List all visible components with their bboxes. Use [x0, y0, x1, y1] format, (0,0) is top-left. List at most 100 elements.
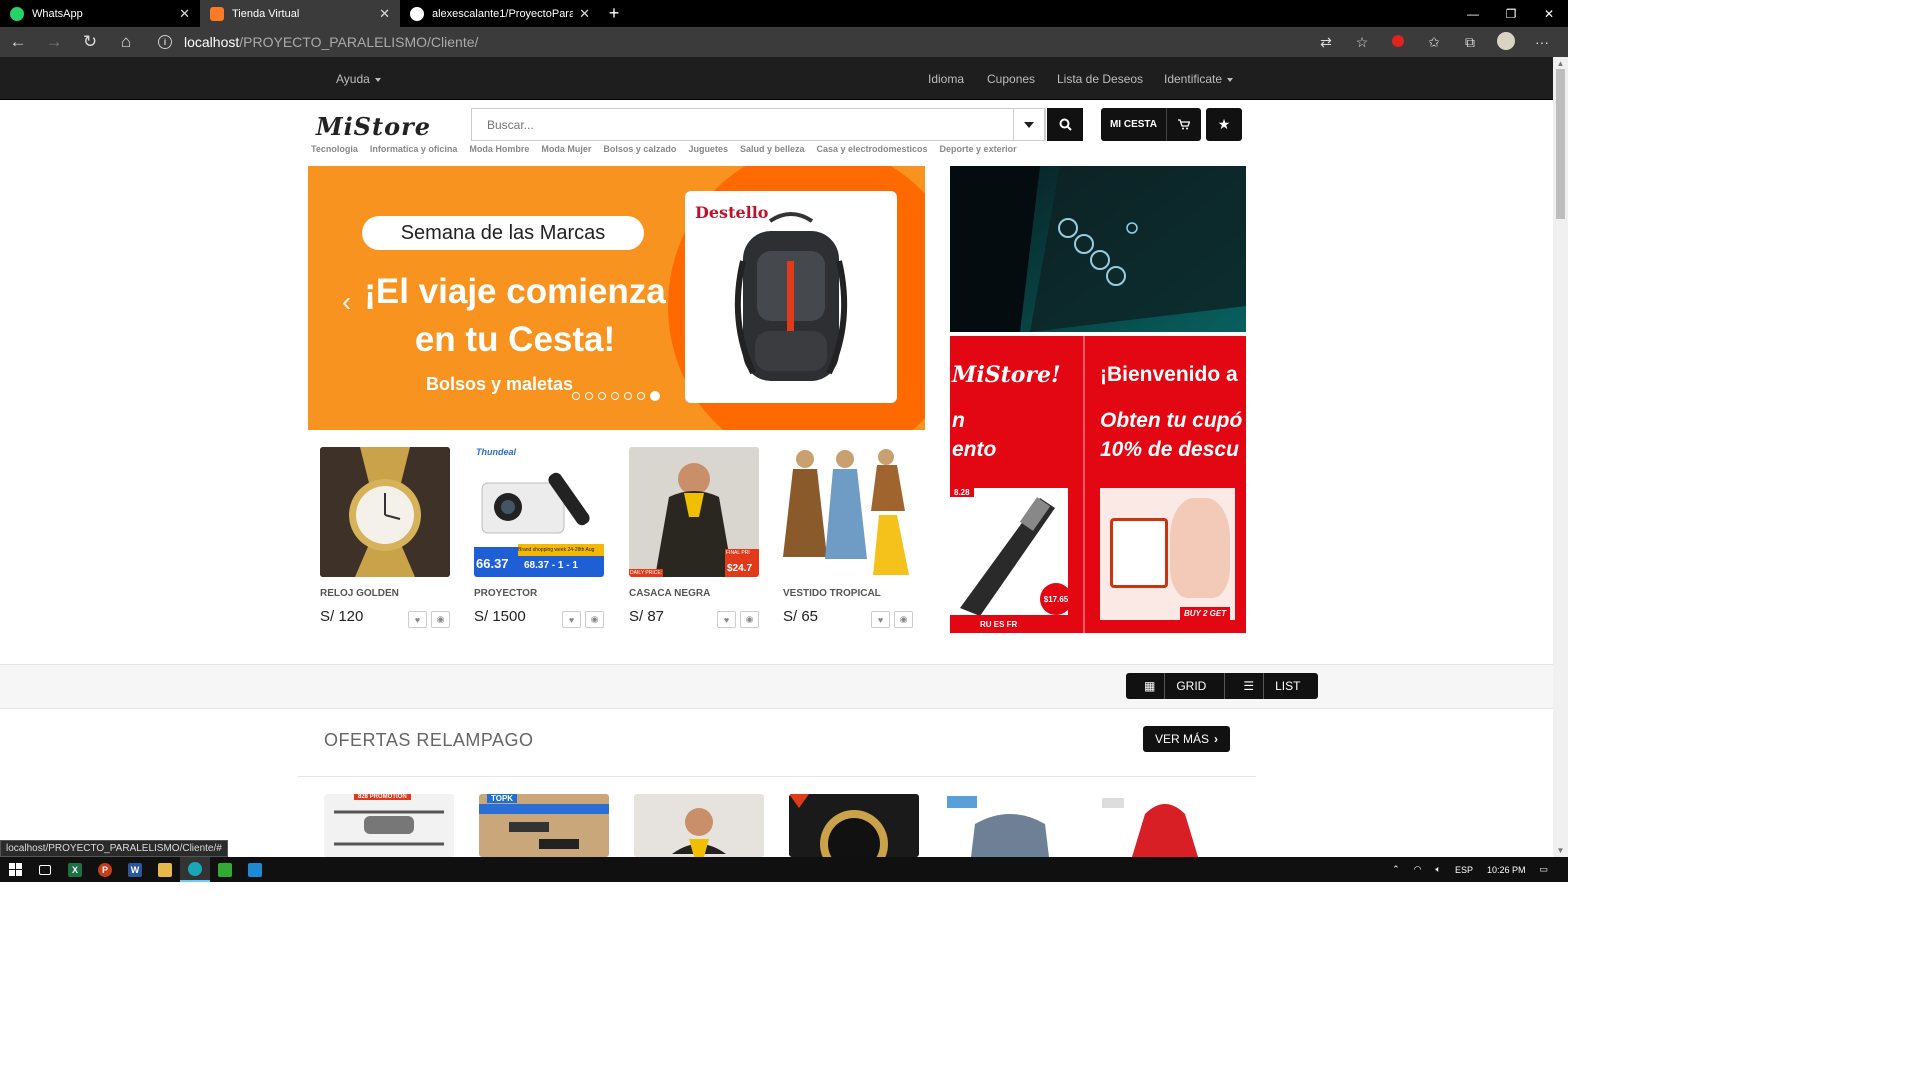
- more-menu-icon[interactable]: ···: [1524, 34, 1560, 50]
- tab-github[interactable]: alexescalante1/ProyectoParalelis ✕: [400, 0, 600, 27]
- carousel-dot[interactable]: [585, 392, 593, 400]
- close-icon[interactable]: ✕: [179, 6, 190, 22]
- profile-avatar[interactable]: [1488, 31, 1524, 53]
- language-link[interactable]: Idioma: [928, 72, 964, 86]
- basket-button[interactable]: MI CESTA: [1101, 108, 1166, 141]
- notification-icon[interactable]: ▭: [1539, 864, 1548, 875]
- category-link[interactable]: Deporte y exterior: [940, 144, 1017, 154]
- carousel-dot[interactable]: [624, 392, 632, 400]
- product-card[interactable]: Thundeal 66.37 Brand shopping week 24-28…: [474, 447, 604, 628]
- product-image[interactable]: [783, 447, 913, 577]
- heart-icon[interactable]: ♥: [408, 611, 427, 628]
- category-link[interactable]: Juguetes: [688, 144, 728, 154]
- close-icon[interactable]: ✕: [379, 6, 390, 22]
- wishlist-link[interactable]: Lista de Deseos: [1057, 72, 1143, 86]
- offer-thumbnail[interactable]: 828 PROMOTION: [324, 794, 454, 857]
- carousel-dot[interactable]: [611, 392, 619, 400]
- favorites-icon[interactable]: ✩: [1416, 34, 1452, 51]
- product-card[interactable]: $24.7 FINAL PRI DAILY PRICE: CASACA NEGR…: [629, 447, 759, 628]
- offer-thumbnail[interactable]: [789, 794, 919, 857]
- word-icon[interactable]: W: [120, 857, 150, 882]
- product-image[interactable]: $24.7 FINAL PRI DAILY PRICE:: [629, 447, 759, 577]
- carousel-dot[interactable]: [637, 392, 645, 400]
- url-field[interactable]: i localhost/PROYECTO_PARALELISMO/Cliente…: [158, 34, 1298, 50]
- offer-thumbnail[interactable]: [945, 794, 1075, 857]
- restore-button[interactable]: ❐: [1492, 0, 1530, 27]
- eye-icon[interactable]: ◉: [740, 611, 759, 628]
- carousel-prev-icon[interactable]: ‹: [342, 286, 351, 318]
- collections-icon[interactable]: ⧉: [1452, 34, 1488, 51]
- product-name[interactable]: CASACA NEGRA: [629, 588, 759, 599]
- product-name[interactable]: VESTIDO TROPICAL: [783, 588, 913, 599]
- carousel-next-icon[interactable]: ›: [868, 286, 877, 318]
- extension-icon[interactable]: [1380, 34, 1416, 50]
- carousel-dot[interactable]: [572, 392, 580, 400]
- offer-thumbnail[interactable]: [1100, 794, 1230, 857]
- reload-button[interactable]: ↻: [72, 27, 108, 57]
- category-link[interactable]: Casa y electrodomesticos: [816, 144, 927, 154]
- favorite-star-icon[interactable]: ☆: [1344, 34, 1380, 51]
- chevron-up-icon[interactable]: ⌃: [1392, 864, 1400, 875]
- product-name[interactable]: PROYECTOR: [474, 588, 604, 599]
- eye-icon[interactable]: ◉: [431, 611, 450, 628]
- home-button[interactable]: ⌂: [108, 27, 144, 57]
- volume-icon[interactable]: 🔈︎: [1436, 864, 1441, 875]
- cart-button[interactable]: [1166, 108, 1201, 141]
- powerpoint-icon[interactable]: P: [90, 857, 120, 882]
- list-view-button[interactable]: ☰ LIST: [1225, 673, 1319, 699]
- new-tab-button[interactable]: +: [600, 0, 628, 27]
- product-image[interactable]: Thundeal 66.37 Brand shopping week 24-28…: [474, 447, 604, 577]
- info-icon[interactable]: i: [158, 35, 172, 49]
- app-icon[interactable]: [210, 857, 240, 882]
- favorites-button[interactable]: ★: [1206, 108, 1242, 141]
- excel-icon[interactable]: X: [60, 857, 90, 882]
- file-explorer-icon[interactable]: [150, 857, 180, 882]
- hero-carousel[interactable]: Semana de las Marcas ¡El viaje comienza …: [308, 166, 925, 430]
- phone-banner[interactable]: [950, 166, 1246, 332]
- heart-icon[interactable]: ♥: [717, 611, 736, 628]
- category-link[interactable]: Moda Mujer: [541, 144, 591, 154]
- wifi-icon[interactable]: ◠: [1414, 864, 1422, 875]
- category-dropdown[interactable]: [1013, 108, 1045, 141]
- store-logo[interactable]: MiStore: [316, 112, 431, 141]
- welcome-banner[interactable]: MiStore! ¡Bienvenido a Obten tu cupó 10%…: [950, 336, 1246, 633]
- carousel-dot-active[interactable]: [650, 391, 660, 401]
- scrollbar-thumb[interactable]: [1556, 69, 1565, 219]
- search-button[interactable]: [1047, 108, 1083, 141]
- scroll-down-icon[interactable]: ▼: [1553, 846, 1568, 855]
- category-link[interactable]: Informatica y oficina: [370, 144, 458, 154]
- product-image[interactable]: [320, 447, 450, 577]
- translate-icon[interactable]: ⇄: [1308, 34, 1344, 51]
- help-menu[interactable]: Ayuda: [336, 72, 381, 86]
- see-more-button[interactable]: VER MÁS ›: [1143, 726, 1230, 752]
- eye-icon[interactable]: ◉: [585, 611, 604, 628]
- forward-button[interactable]: →: [36, 27, 72, 57]
- tab-tienda-virtual[interactable]: Tienda Virtual ✕: [200, 0, 400, 27]
- heart-icon[interactable]: ♥: [871, 611, 890, 628]
- eye-icon[interactable]: ◉: [894, 611, 913, 628]
- offer-thumbnail[interactable]: [634, 794, 764, 857]
- product-name[interactable]: RELOJ GOLDEN: [320, 588, 450, 599]
- minimize-button[interactable]: —: [1454, 0, 1492, 27]
- back-button[interactable]: ←: [0, 27, 36, 57]
- category-link[interactable]: Salud y belleza: [740, 144, 805, 154]
- search-input[interactable]: [472, 109, 1012, 140]
- category-link[interactable]: Moda Hombre: [469, 144, 529, 154]
- heart-icon[interactable]: ♥: [562, 611, 581, 628]
- category-link[interactable]: Tecnologia: [311, 144, 358, 154]
- identify-menu[interactable]: Identificate: [1164, 72, 1234, 86]
- grid-view-button[interactable]: ▦ GRID: [1126, 673, 1226, 699]
- clock[interactable]: 10:26 PM: [1487, 865, 1526, 875]
- category-link[interactable]: Bolsos y calzado: [603, 144, 676, 154]
- offer-thumbnail[interactable]: TOPK: [479, 794, 609, 857]
- scroll-up-icon[interactable]: ▲: [1553, 59, 1568, 68]
- product-card[interactable]: RELOJ GOLDEN S/ 120 ♥ ◉: [320, 447, 450, 628]
- product-card[interactable]: VESTIDO TROPICAL S/ 65 ♥ ◉: [783, 447, 913, 628]
- edge-icon[interactable]: [180, 857, 210, 882]
- close-window-button[interactable]: ✕: [1530, 0, 1568, 27]
- language-indicator[interactable]: ESP: [1455, 865, 1473, 875]
- windows-start-icon[interactable]: [0, 857, 30, 882]
- page-scrollbar[interactable]: ▲ ▼: [1553, 57, 1568, 857]
- coupons-link[interactable]: Cupones: [987, 72, 1035, 86]
- task-view-icon[interactable]: [30, 857, 60, 882]
